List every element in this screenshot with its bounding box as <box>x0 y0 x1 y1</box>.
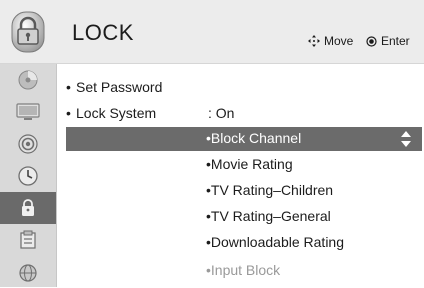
monitor-icon <box>16 103 40 120</box>
up-down-arrows-icon[interactable] <box>400 130 412 148</box>
submenu-item-label: TV Rating–Children <box>210 182 334 198</box>
submenu-item-label: TV Rating–General <box>210 208 331 224</box>
submenu-item-label: Movie Rating <box>210 156 293 172</box>
submenu-item-input-block[interactable]: •Input Block <box>206 262 280 278</box>
picture-disc-icon <box>18 70 38 90</box>
audio-speaker-icon <box>18 134 38 154</box>
move-hint: Move <box>308 34 353 48</box>
lock-icon <box>22 199 34 216</box>
enter-hint: Enter <box>366 34 410 48</box>
category-sidebar <box>0 64 56 287</box>
submenu-item-downloadable-rating[interactable]: •Downloadable Rating <box>206 234 344 250</box>
sidebar-item-picture[interactable] <box>0 64 56 96</box>
bullet: • <box>66 105 71 121</box>
submenu-item-label: Input Block <box>210 262 281 278</box>
tv-menu-window: LOCK Move Enter • Set Password • Lock Sy… <box>0 0 424 287</box>
sidebar-item-network[interactable] <box>0 256 56 288</box>
sidebar-item-time[interactable] <box>0 160 56 192</box>
submenu-item-tv-rating-children[interactable]: •TV Rating–Children <box>206 182 333 198</box>
page-title: LOCK <box>72 20 134 45</box>
submenu-item-movie-rating[interactable]: •Movie Rating <box>206 156 293 172</box>
sidebar-item-lock[interactable] <box>0 192 56 224</box>
options-box-icon <box>20 230 36 249</box>
bullet: • <box>66 79 71 95</box>
sidebar-divider <box>56 64 57 287</box>
menu-item-set-password[interactable]: • Set Password <box>66 79 162 103</box>
network-globe-icon <box>19 264 37 282</box>
menu-item-label: Set Password <box>76 79 163 95</box>
menu-item-label: Lock System <box>76 105 157 121</box>
sidebar-item-screen[interactable] <box>0 96 56 128</box>
sidebar-item-audio[interactable] <box>0 128 56 160</box>
lock-icon <box>11 11 45 53</box>
move-label: Move <box>324 34 354 48</box>
menu-header: LOCK Move Enter <box>0 0 424 64</box>
move-arrows-icon <box>308 35 320 47</box>
menu-item-lock-system[interactable]: • Lock System <box>66 105 156 129</box>
sidebar-item-option[interactable] <box>0 224 56 256</box>
submenu-item-label: Downloadable Rating <box>210 234 344 250</box>
lock-system-value: : On <box>208 105 235 121</box>
submenu-item-label: Block Channel <box>210 130 302 146</box>
clock-icon <box>18 166 38 186</box>
submenu-item-tv-rating-general[interactable]: •TV Rating–General <box>206 208 331 224</box>
ok-button-icon <box>366 35 377 47</box>
submenu-item-block-channel[interactable]: •Block Channel <box>206 130 301 146</box>
enter-label: Enter <box>381 34 410 48</box>
